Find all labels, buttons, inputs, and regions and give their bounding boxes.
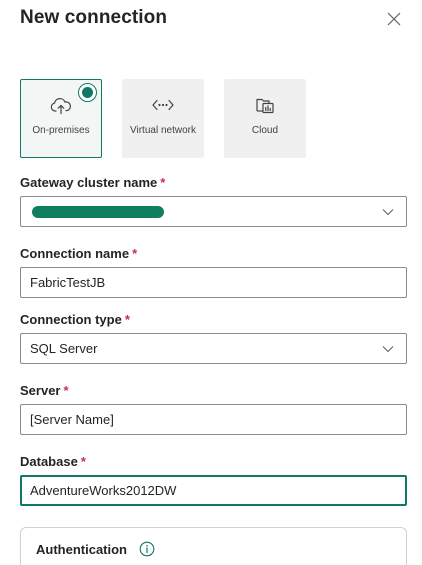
server-label: Server *	[20, 383, 69, 398]
selected-radio-indicator	[78, 83, 97, 102]
cloud-upload-icon	[50, 97, 72, 115]
close-button[interactable]	[384, 9, 404, 29]
connection-name-value: FabricTestJB	[30, 275, 106, 290]
connection-type-dropdown[interactable]: SQL Server	[20, 333, 407, 364]
redacted-value	[32, 205, 164, 218]
database-label: Database *	[20, 454, 86, 469]
tile-on-premises[interactable]: On-premises	[20, 79, 102, 158]
virtual-network-icon	[152, 96, 174, 114]
gateway-cluster-label: Gateway cluster name *	[20, 175, 166, 190]
server-input[interactable]: [Server Name]	[20, 404, 407, 435]
tile-cloud[interactable]: Cloud	[224, 79, 306, 158]
gateway-cluster-dropdown[interactable]	[20, 196, 407, 227]
info-icon[interactable]	[138, 540, 156, 558]
tile-label: Virtual network	[130, 125, 196, 136]
tile-label: Cloud	[251, 125, 279, 136]
connection-name-label: Connection name *	[20, 246, 138, 261]
chevron-down-icon	[381, 207, 395, 217]
tile-virtual-network[interactable]: Virtual network	[122, 79, 204, 158]
panel-title: New connection	[20, 7, 168, 28]
connection-name-input[interactable]: FabricTestJB	[20, 267, 407, 298]
connection-type-label: Connection type *	[20, 312, 130, 327]
database-value: AdventureWorks2012DW	[30, 483, 177, 498]
chevron-down-icon	[381, 344, 395, 354]
connection-type-value: SQL Server	[30, 341, 98, 356]
server-value: [Server Name]	[30, 412, 114, 427]
close-icon	[387, 12, 401, 26]
authentication-section[interactable]: Authentication	[20, 527, 407, 565]
tile-label: On-premises	[32, 125, 90, 136]
cloud-report-icon	[254, 96, 276, 114]
authentication-title: Authentication	[36, 542, 127, 557]
database-input[interactable]: AdventureWorks2012DW	[20, 475, 407, 506]
